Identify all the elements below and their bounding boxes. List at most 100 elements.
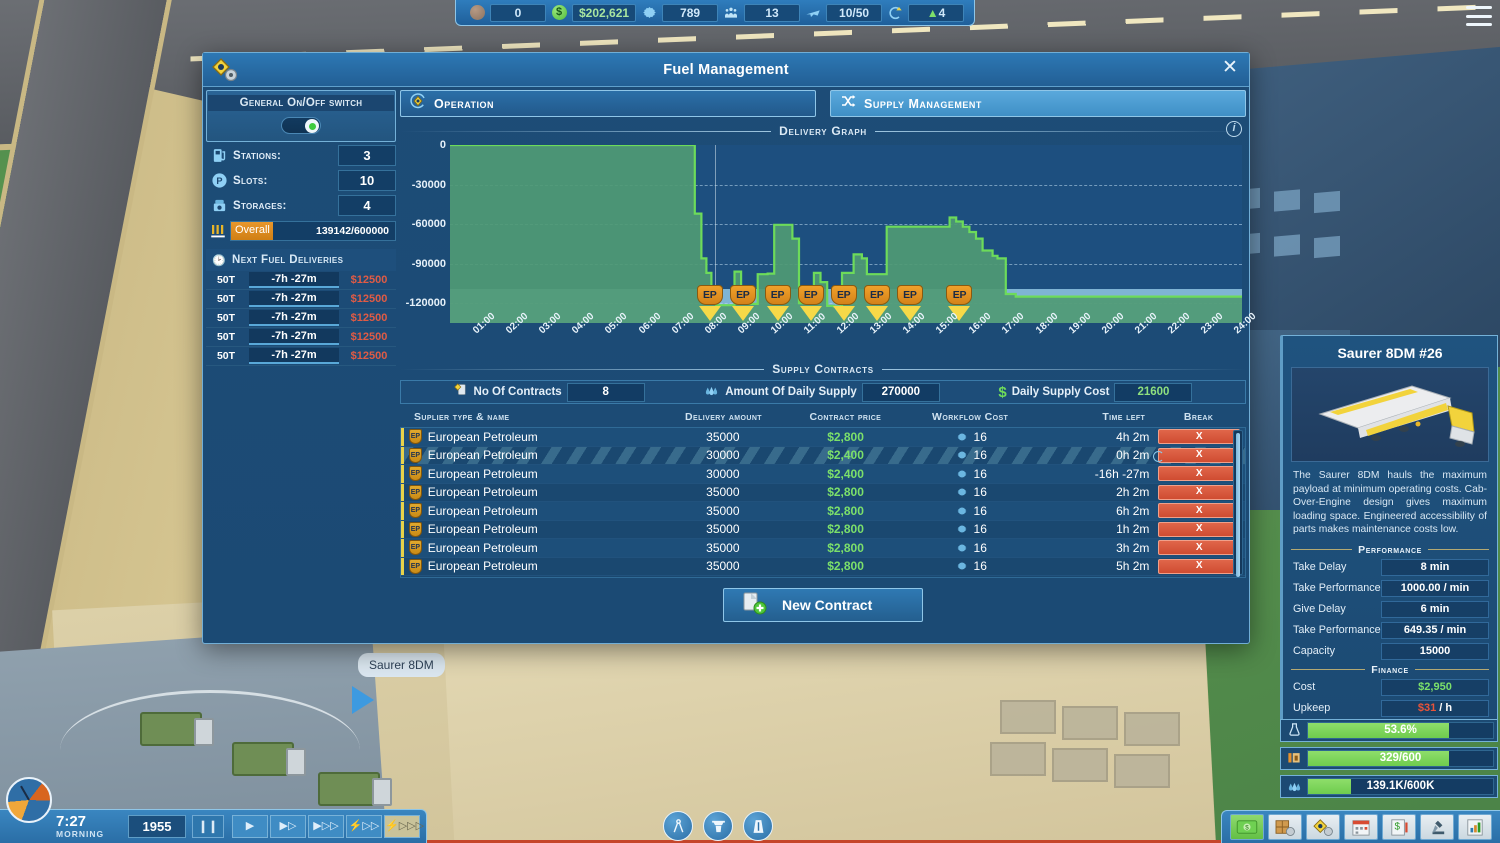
table-row[interactable]: EPEuropean Petroleum35000$2,800165h 2mX bbox=[401, 558, 1245, 577]
resource-bar: 329/600 bbox=[1280, 747, 1498, 770]
contract-price: $2,800 bbox=[787, 504, 904, 518]
dialog-titlebar[interactable]: Fuel Management ✕ bbox=[203, 53, 1249, 87]
overall-label: Overall bbox=[235, 224, 270, 236]
break-contract-button[interactable]: X bbox=[1158, 540, 1240, 555]
workflow-value: 16 bbox=[974, 467, 987, 481]
performance-row: Give Delay6 min bbox=[1291, 600, 1489, 619]
break-contract-button[interactable]: X bbox=[1158, 522, 1240, 537]
table-row[interactable]: EPEuropean Petroleum35000$2,800161h 2mX bbox=[401, 521, 1245, 540]
hud-value-money: $202,621 bbox=[572, 4, 636, 22]
microscope-icon[interactable] bbox=[1420, 814, 1454, 840]
pipeline bbox=[60, 690, 360, 810]
hud-value-refresh: ▲ 4 bbox=[908, 4, 964, 22]
delivery-marker-label: EP bbox=[798, 285, 824, 305]
speed-buttons: ▶▶▷▶▷▷⚡▷▷⚡▷▷▷ bbox=[232, 815, 420, 838]
performance-title: Performance bbox=[1358, 544, 1422, 556]
runway-icon[interactable] bbox=[743, 811, 773, 841]
info-icon[interactable]: i bbox=[1226, 121, 1242, 137]
next-deliveries-header: 🕑 Next Fuel Deliveries bbox=[206, 249, 396, 271]
performance-rows: Take Delay8 minTake Performance1000.00 /… bbox=[1291, 558, 1489, 661]
break-contract-button[interactable]: X bbox=[1158, 466, 1240, 481]
break-contract-button[interactable]: X bbox=[1158, 448, 1240, 463]
fast-forward-4-icon[interactable]: ⚡▷▷▷ bbox=[384, 815, 420, 838]
delivery-amount: 35000 bbox=[659, 504, 788, 518]
time-left: 6h 2m bbox=[1038, 504, 1153, 518]
cash-icon[interactable]: $ bbox=[1230, 814, 1264, 840]
gear-icon bbox=[956, 431, 968, 443]
table-row[interactable]: EPEuropean Petroleum35000$2,800166h 2mX bbox=[401, 502, 1245, 521]
cargo-gear-icon[interactable] bbox=[1268, 814, 1302, 840]
time-left: 4h 2m bbox=[1038, 430, 1153, 444]
contracts-table-body[interactable]: EPEuropean Petroleum35000$2,800164h 2mXE… bbox=[400, 427, 1246, 578]
workflow-value: 16 bbox=[974, 448, 987, 462]
row-accent bbox=[401, 484, 404, 502]
supply-contracts-title: Supply Contracts bbox=[772, 362, 874, 376]
supplier-badge-icon: EP bbox=[409, 540, 422, 555]
compass-icon[interactable] bbox=[663, 811, 693, 841]
pause-icon[interactable]: ❙❙ bbox=[192, 815, 224, 838]
general-onoff-toggle[interactable] bbox=[281, 117, 321, 134]
table-row[interactable]: EPEuropean Petroleum35000$2,800162h 2mX bbox=[401, 484, 1245, 503]
flask-icon bbox=[1281, 722, 1307, 740]
break-contract-button[interactable]: X bbox=[1158, 503, 1240, 518]
fast-forward-3-icon[interactable]: ⚡▷▷ bbox=[346, 815, 382, 838]
delivery-amount: 35000 bbox=[659, 522, 788, 536]
new-contract-button[interactable]: New Contract bbox=[723, 588, 923, 622]
break-cell: X bbox=[1153, 485, 1245, 500]
scrollbar-thumb[interactable] bbox=[1236, 433, 1240, 577]
delivery-row: 50T-7h -27m$12500 bbox=[206, 347, 396, 366]
stat-label-storages: Storages: bbox=[230, 200, 338, 212]
table-row[interactable]: EPEuropean Petroleum30000$2,400160h 2mX bbox=[401, 447, 1245, 466]
break-contract-button[interactable]: X bbox=[1158, 429, 1240, 444]
overall-fuel-row: Overall 139142/600000 bbox=[206, 220, 396, 242]
tab-supply-management[interactable]: Supply Management bbox=[830, 90, 1246, 117]
fast-forward-icon[interactable]: ▶▷ bbox=[270, 815, 306, 838]
resource-value: 329/600 bbox=[1308, 752, 1493, 764]
hamburger-menu-icon[interactable] bbox=[1466, 6, 1492, 26]
calendar-icon[interactable] bbox=[1344, 814, 1378, 840]
delivery-qty: 50T bbox=[206, 293, 246, 305]
contract-price: $2,400 bbox=[787, 448, 904, 462]
delivery-graph-header: Delivery Graph bbox=[400, 124, 1246, 138]
workflow-cost: 16 bbox=[904, 467, 1038, 481]
performance-section-header: Performance bbox=[1291, 544, 1489, 556]
fuel-drops-icon bbox=[1281, 778, 1307, 796]
supplier-name: European Petroleum bbox=[422, 467, 659, 481]
play-icon[interactable]: ▶ bbox=[232, 815, 268, 838]
delivery-time: -7h -27m bbox=[249, 348, 339, 364]
break-contract-button[interactable]: X bbox=[1158, 559, 1240, 574]
year-readout: 1955 bbox=[128, 815, 186, 838]
summary-no-of-contracts: No Of Contracts 8 bbox=[448, 382, 651, 402]
storage-tank-icon bbox=[208, 196, 230, 215]
delivery-graph-title: Delivery Graph bbox=[779, 124, 867, 138]
break-contract-button[interactable]: X bbox=[1158, 485, 1240, 500]
table-row[interactable]: EPEuropean Petroleum35000$2,800164h 2mX bbox=[401, 428, 1245, 447]
summary-value-daily-cost: 21600 bbox=[1114, 383, 1192, 402]
table-scrollbar[interactable] bbox=[1233, 430, 1243, 575]
workflow-value: 16 bbox=[974, 559, 987, 573]
resource-bar: 53.6% bbox=[1280, 719, 1498, 742]
table-row[interactable]: EPEuropean Petroleum30000$2,40016-16h -2… bbox=[401, 465, 1245, 484]
performance-row: Take Performance649.35 / min bbox=[1291, 621, 1489, 640]
workflow-cost: 16 bbox=[904, 448, 1038, 462]
vehicle-arrow-marker[interactable] bbox=[352, 686, 374, 714]
tab-operation[interactable]: Operation bbox=[400, 90, 816, 117]
col-time-left: Time left bbox=[1037, 411, 1151, 423]
statistics-icon[interactable] bbox=[1458, 814, 1492, 840]
current-time-marker bbox=[715, 145, 717, 289]
table-row[interactable]: EPEuropean Petroleum35000$2,800163h 2mX bbox=[401, 539, 1245, 558]
stat-value-stations: 3 bbox=[338, 145, 396, 166]
shuffle-icon bbox=[839, 93, 857, 114]
gear-icon bbox=[956, 468, 968, 480]
fast-forward-2-icon[interactable]: ▶▷▷ bbox=[308, 815, 344, 838]
delivery-qty: 50T bbox=[206, 312, 246, 324]
time-left: 3h 2m bbox=[1038, 541, 1153, 555]
break-cell: X bbox=[1153, 503, 1245, 518]
fuel-gear-icon[interactable] bbox=[1306, 814, 1340, 840]
performance-value: 649.35 / min bbox=[1381, 622, 1489, 639]
close-icon[interactable]: ✕ bbox=[1219, 56, 1241, 80]
finance-report-icon[interactable]: $ bbox=[1382, 814, 1416, 840]
control-tower-icon[interactable] bbox=[703, 811, 733, 841]
delivery-time: -7h -27m bbox=[249, 272, 339, 288]
delivery-graph: 0-30000-60000-90000-120000 EPEPEPEPEPEPE… bbox=[400, 140, 1246, 355]
